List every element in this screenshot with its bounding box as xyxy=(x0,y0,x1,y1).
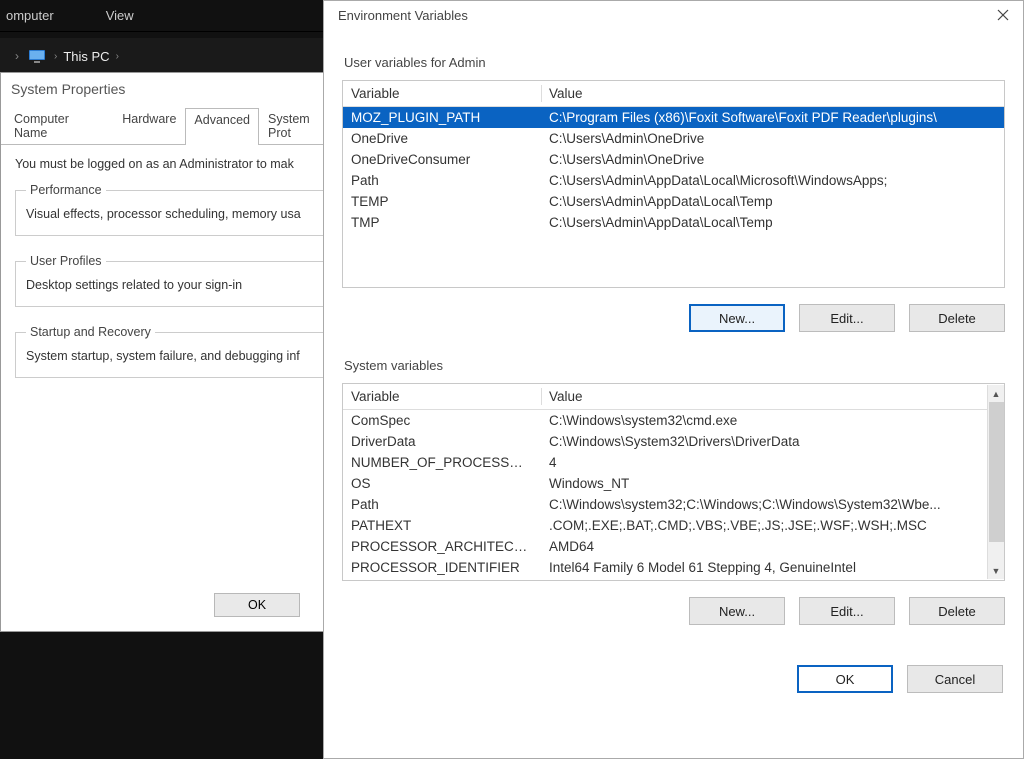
variable-value: C:\Windows\system32;C:\Windows;C:\Window… xyxy=(541,494,1004,515)
column-variable[interactable]: Variable xyxy=(343,81,541,106)
startup-recovery-legend: Startup and Recovery xyxy=(26,325,155,339)
variable-value: C:\Users\Admin\OneDrive xyxy=(541,149,1004,170)
tab-strip: Computer Name Hardware Advanced System P… xyxy=(1,107,344,145)
user-variables-list[interactable]: Variable Value MOZ_PLUGIN_PATHC:\Program… xyxy=(342,80,1005,288)
user-profiles-legend: User Profiles xyxy=(26,254,106,268)
ok-button[interactable]: OK xyxy=(214,593,300,617)
chevron-right-icon: › xyxy=(116,51,119,62)
variable-name: Path xyxy=(343,494,541,515)
list-header[interactable]: Variable Value xyxy=(343,81,1004,107)
table-row[interactable]: PathC:\Windows\system32;C:\Windows;C:\Wi… xyxy=(343,494,1004,515)
cancel-button[interactable]: Cancel xyxy=(907,665,1003,693)
admin-note: You must be logged on as an Administrato… xyxy=(15,157,330,171)
user-edit-button[interactable]: Edit... xyxy=(799,304,895,332)
table-row[interactable]: OSWindows_NT xyxy=(343,473,1004,494)
table-row[interactable]: TEMPC:\Users\Admin\AppData\Local\Temp xyxy=(343,191,1004,212)
system-variables-list[interactable]: Variable Value ComSpecC:\Windows\system3… xyxy=(342,383,1005,581)
variable-name: OneDrive xyxy=(343,128,541,149)
dialog-title: Environment Variables xyxy=(338,8,468,23)
environment-variables-dialog: Environment Variables User variables for… xyxy=(323,0,1024,759)
table-row[interactable]: MOZ_PLUGIN_PATHC:\Program Files (x86)\Fo… xyxy=(343,107,1004,128)
variable-value: C:\Users\Admin\AppData\Local\Temp xyxy=(541,212,1004,233)
startup-recovery-group: Startup and Recovery System startup, sys… xyxy=(15,325,330,378)
user-delete-button[interactable]: Delete xyxy=(909,304,1005,332)
variable-value: C:\Program Files (x86)\Foxit Software\Fo… xyxy=(541,107,1004,128)
close-icon[interactable] xyxy=(993,5,1013,25)
variable-value: C:\Users\Admin\OneDrive xyxy=(541,128,1004,149)
performance-text: Visual effects, processor scheduling, me… xyxy=(26,207,319,221)
titlebar: Environment Variables xyxy=(324,1,1023,29)
variable-name: Path xyxy=(343,170,541,191)
table-row[interactable]: OneDriveConsumerC:\Users\Admin\OneDrive xyxy=(343,149,1004,170)
table-row[interactable]: NUMBER_OF_PROCESSORS4 xyxy=(343,452,1004,473)
table-row[interactable]: ComSpecC:\Windows\system32\cmd.exe xyxy=(343,410,1004,431)
variable-value: C:\Users\Admin\AppData\Local\Microsoft\W… xyxy=(541,170,1004,191)
table-row[interactable]: DriverDataC:\Windows\System32\Drivers\Dr… xyxy=(343,431,1004,452)
breadcrumb[interactable]: › This PC › xyxy=(54,49,119,64)
variable-name: DriverData xyxy=(343,431,541,452)
variable-name: TMP xyxy=(343,212,541,233)
dialog-title: System Properties xyxy=(1,73,344,107)
scrollbar[interactable]: ▲ ▼ xyxy=(987,385,1004,579)
ribbon-tab-view[interactable]: View xyxy=(100,4,140,27)
ok-button[interactable]: OK xyxy=(797,665,893,693)
variable-name: MOZ_PLUGIN_PATH xyxy=(343,107,541,128)
chevron-right-icon: › xyxy=(54,51,57,62)
ribbon-tab-computer[interactable]: omputer xyxy=(0,4,60,27)
startup-recovery-text: System startup, system failure, and debu… xyxy=(26,349,319,363)
column-value[interactable]: Value xyxy=(541,81,1004,106)
table-row[interactable]: PATHEXT.COM;.EXE;.BAT;.CMD;.VBS;.VBE;.JS… xyxy=(343,515,1004,536)
system-properties-dialog: System Properties Computer Name Hardware… xyxy=(0,72,345,632)
table-row[interactable]: PathC:\Users\Admin\AppData\Local\Microso… xyxy=(343,170,1004,191)
table-row[interactable]: OneDriveC:\Users\Admin\OneDrive xyxy=(343,128,1004,149)
variable-name: OS xyxy=(343,473,541,494)
table-row[interactable]: TMPC:\Users\Admin\AppData\Local\Temp xyxy=(343,212,1004,233)
column-value[interactable]: Value xyxy=(541,384,1004,409)
variable-name: ComSpec xyxy=(343,410,541,431)
table-row[interactable]: PROCESSOR_ARCHITECTUREAMD64 xyxy=(343,536,1004,557)
variable-value: AMD64 xyxy=(541,536,1004,557)
variable-value: Windows_NT xyxy=(541,473,1004,494)
list-header[interactable]: Variable Value xyxy=(343,384,1004,410)
variable-name: OneDriveConsumer xyxy=(343,149,541,170)
tab-hardware[interactable]: Hardware xyxy=(113,107,185,144)
dialog-body: You must be logged on as an Administrato… xyxy=(1,145,344,408)
user-profiles-group: User Profiles Desktop settings related t… xyxy=(15,254,330,307)
chevron-right-icon[interactable]: › xyxy=(6,46,28,66)
user-new-button[interactable]: New... xyxy=(689,304,785,332)
performance-legend: Performance xyxy=(26,183,106,197)
table-row[interactable]: PROCESSOR_IDENTIFIERIntel64 Family 6 Mod… xyxy=(343,557,1004,578)
variable-value: 4 xyxy=(541,452,1004,473)
variable-name: TEMP xyxy=(343,191,541,212)
variable-value: Intel64 Family 6 Model 61 Stepping 4, Ge… xyxy=(541,557,1004,578)
scroll-thumb[interactable] xyxy=(989,402,1004,542)
variable-value: C:\Windows\System32\Drivers\DriverData xyxy=(541,431,1004,452)
variable-value: .COM;.EXE;.BAT;.CMD;.VBS;.VBE;.JS;.JSE;.… xyxy=(541,515,1004,536)
scroll-up-icon[interactable]: ▲ xyxy=(988,385,1005,402)
variable-value: C:\Windows\system32\cmd.exe xyxy=(541,410,1004,431)
performance-group: Performance Visual effects, processor sc… xyxy=(15,183,330,236)
column-variable[interactable]: Variable xyxy=(343,384,541,409)
system-delete-button[interactable]: Delete xyxy=(909,597,1005,625)
variable-name: PROCESSOR_IDENTIFIER xyxy=(343,557,541,578)
variable-name: PATHEXT xyxy=(343,515,541,536)
user-profiles-text: Desktop settings related to your sign-in xyxy=(26,278,319,292)
user-variables-label: User variables for Admin xyxy=(344,55,1005,70)
tab-advanced[interactable]: Advanced xyxy=(185,108,259,145)
scroll-down-icon[interactable]: ▼ xyxy=(988,562,1005,579)
system-new-button[interactable]: New... xyxy=(689,597,785,625)
system-variables-label: System variables xyxy=(344,358,1005,373)
breadcrumb-this-pc[interactable]: This PC xyxy=(63,49,109,64)
tab-computer-name[interactable]: Computer Name xyxy=(5,107,113,144)
variable-value: C:\Users\Admin\AppData\Local\Temp xyxy=(541,191,1004,212)
this-pc-icon xyxy=(28,49,46,63)
system-edit-button[interactable]: Edit... xyxy=(799,597,895,625)
variable-name: PROCESSOR_ARCHITECTURE xyxy=(343,536,541,557)
variable-name: NUMBER_OF_PROCESSORS xyxy=(343,452,541,473)
